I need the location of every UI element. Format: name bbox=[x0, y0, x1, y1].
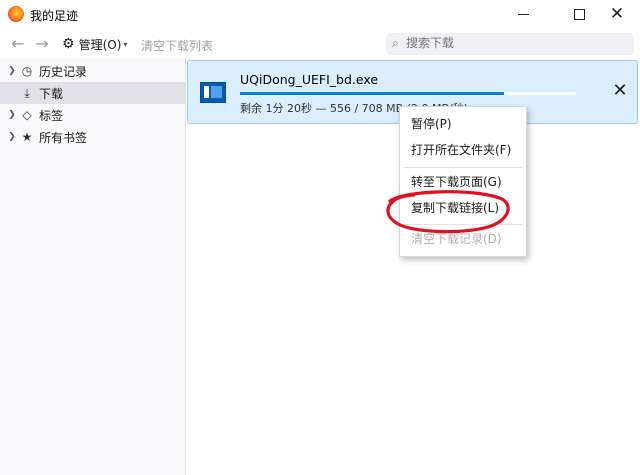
gear-icon: ⚙ bbox=[62, 36, 75, 52]
sidebar-item-label: 标签 bbox=[39, 108, 64, 123]
arrow-right-icon: → bbox=[35, 34, 49, 53]
star-icon: ★ bbox=[21, 130, 33, 144]
progress-bar bbox=[240, 92, 576, 95]
forward-button[interactable]: → bbox=[32, 34, 52, 54]
menu-item-copy-download-link[interactable]: 复制下载链接(L) bbox=[400, 197, 526, 219]
menu-separator bbox=[404, 224, 522, 225]
menu-item-open-folder[interactable]: 打开所在文件夹(F) bbox=[400, 139, 526, 161]
chevron-right-icon[interactable]: ❯ bbox=[5, 132, 19, 142]
search-input[interactable] bbox=[406, 36, 626, 50]
sidebar-item-history[interactable]: ❯ ◷ 历史记录 bbox=[0, 60, 185, 82]
sidebar-item-label: 下载 bbox=[39, 86, 64, 101]
organize-label: 管理(O) bbox=[78, 37, 122, 52]
cancel-download-button[interactable]: ✕ bbox=[608, 79, 632, 103]
minimize-button[interactable] bbox=[500, 0, 546, 28]
clock-icon: ◷ bbox=[21, 64, 33, 78]
close-icon: ✕ bbox=[612, 80, 628, 101]
tag-icon: ◇ bbox=[22, 108, 32, 122]
chevron-right-icon[interactable]: ❯ bbox=[5, 110, 19, 120]
arrow-left-icon: ← bbox=[11, 34, 25, 53]
chevron-down-icon: ▾ bbox=[123, 39, 128, 49]
clear-downloads-button[interactable]: 清空下载列表 bbox=[141, 37, 213, 54]
menu-item-clear-history: 清空下载记录(D) bbox=[411, 232, 502, 246]
download-icon: ⤓ bbox=[24, 85, 30, 100]
close-window-button[interactable]: ✕ bbox=[594, 0, 640, 28]
sidebar-item-label: 所有书签 bbox=[39, 130, 88, 145]
sidebar-item-tags[interactable]: ❯ ◇ 标签 bbox=[0, 104, 185, 126]
back-button[interactable]: ← bbox=[8, 34, 28, 54]
maximize-icon bbox=[573, 8, 585, 20]
title-bar: 我的足迹 ✕ bbox=[0, 0, 640, 30]
minimize-icon bbox=[517, 13, 529, 15]
window-title: 我的足迹 bbox=[30, 9, 79, 23]
menu-item-pause[interactable]: 暂停(P) bbox=[400, 113, 526, 135]
search-box[interactable]: ⌕ bbox=[386, 33, 634, 55]
progress-fill bbox=[240, 92, 504, 95]
menu-item-go-to-download-page[interactable]: 转至下载页面(G) bbox=[400, 171, 526, 193]
firefox-logo-icon bbox=[8, 6, 24, 22]
search-icon: ⌕ bbox=[392, 36, 399, 50]
sidebar: ❯ ◷ 历史记录 ⤓ 下载 ❯ ◇ 标签 ❯ ★ 所有书签 bbox=[0, 58, 186, 475]
sidebar-item-label: 历史记录 bbox=[39, 64, 88, 79]
menu-separator bbox=[404, 167, 522, 168]
sidebar-item-downloads[interactable]: ⤓ 下载 bbox=[0, 82, 185, 104]
context-menu: 暂停(P) 打开所在文件夹(F) 转至下载页面(G) 复制下载链接(L) 清空下… bbox=[399, 106, 527, 257]
file-name: UQiDong_UEFI_bd.exe bbox=[240, 72, 379, 87]
toolbar: ← → ⚙ 管理(O) ▾ 清空下载列表 ⌕ bbox=[0, 30, 640, 58]
chevron-right-icon[interactable]: ❯ bbox=[5, 66, 19, 76]
exe-file-icon bbox=[200, 82, 226, 103]
sidebar-item-all-bookmarks[interactable]: ❯ ★ 所有书签 bbox=[0, 126, 185, 148]
close-icon: ✕ bbox=[609, 3, 625, 24]
organize-menu-button[interactable]: ⚙ 管理(O) ▾ bbox=[62, 35, 127, 53]
